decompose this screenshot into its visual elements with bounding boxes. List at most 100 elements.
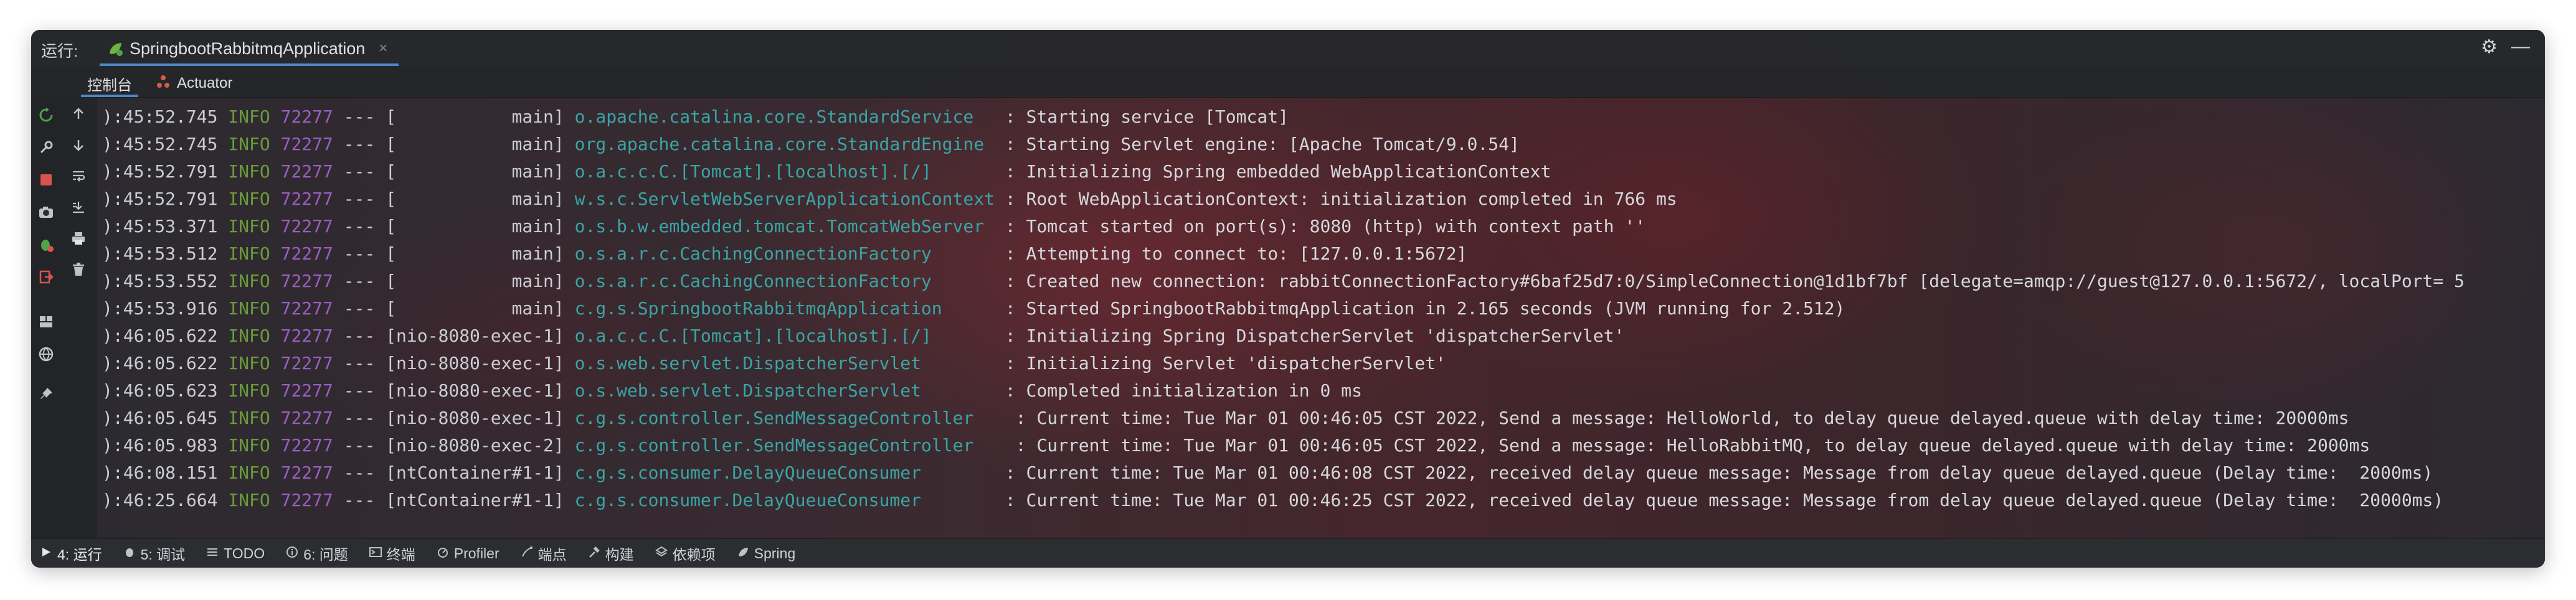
tool-window-bar: 4: 运行 5: 调试 TODO 6: 问题 终端 Profiler 端点 构建… [31,538,2545,568]
arrow-up-icon[interactable] [61,101,96,127]
log-logger: o.s.b.w.embedded.tomcat.TomcatWebServer [574,216,995,237]
log-level: INFO [228,435,270,456]
rerun-icon[interactable] [31,102,61,128]
gear-icon[interactable]: ⚙ [2481,36,2498,58]
log-sep: --- [343,189,376,209]
log-thread: [ main] [386,134,564,154]
log-thread: [ main] [386,106,564,127]
log-msg: : Started SpringbootRabbitmqApplication … [1005,298,1845,319]
log-sep: --- [343,408,376,428]
exit-icon[interactable] [31,264,61,290]
actuator-icon [156,74,171,93]
spring-leaf-icon [737,545,749,562]
log-msg: : Tomcat started on port(s): 8080 (http)… [1005,216,1646,237]
log-line: ):45:53.512 INFO 72277 --- [ main] o.s.a… [102,240,2545,268]
run-icon [40,545,52,562]
tool-build[interactable]: 构建 [588,543,634,564]
close-icon[interactable]: × [379,40,387,57]
tool-profiler[interactable]: Profiler [437,545,500,562]
log-msg: : Initializing Spring embedded WebApplic… [1005,161,1551,182]
log-thread: [ntContainer#1-1] [386,490,564,510]
tool-debug-label: 5: 调试 [140,546,186,563]
log-ts: ):46:05.622 [102,326,218,346]
arrow-down-icon[interactable] [61,132,96,158]
debug-restart-icon[interactable] [31,232,61,258]
log-sep: --- [343,161,376,182]
profiler-icon [437,545,449,562]
log-level: INFO [228,326,270,346]
tool-terminal[interactable]: 终端 [369,543,415,564]
log-ts: ):46:25.664 [102,490,218,510]
console-output[interactable]: ):45:52.745 INFO 72277 --- [ main] o.apa… [102,103,2545,539]
log-logger: c.g.s.SpringbootRabbitmqApplication [574,298,995,319]
log-sep: --- [343,435,376,456]
log-sep: --- [343,380,376,401]
log-pid: 72277 [280,435,333,456]
log-sep: --- [343,134,376,154]
log-logger: o.s.web.servlet.DispatcherServlet [574,380,995,401]
wrench-icon[interactable] [31,134,61,161]
log-sep: --- [343,106,376,127]
console-actions-toolbar [61,97,97,539]
tool-spring[interactable]: Spring [737,545,795,562]
stop-icon[interactable] [31,167,61,193]
pin-icon[interactable] [31,381,61,407]
log-pid: 72277 [280,462,333,483]
tool-dependencies[interactable]: 依赖项 [655,543,716,564]
log-msg: : Created new connection: rabbitConnecti… [1005,271,2465,291]
log-logger: c.g.s.controller.SendMessageController [574,408,1005,428]
tab-console[interactable]: 控制台 [81,72,138,97]
tab-actuator[interactable]: Actuator [156,72,232,95]
log-line: ):46:05.983 INFO 72277 --- [nio-8080-exe… [102,432,2545,459]
log-thread: [ main] [386,216,564,237]
tab-actuator-label: Actuator [177,75,233,91]
globe-icon[interactable] [31,341,61,367]
hammer-icon [588,545,600,562]
info-icon [286,545,298,562]
log-thread: [nio-8080-exec-2] [386,435,564,456]
log-line: ):45:52.745 INFO 72277 --- [ main] o.apa… [102,103,2545,131]
trash-icon[interactable] [61,256,96,283]
log-thread: [ main] [386,243,564,264]
log-pid: 72277 [280,490,333,510]
log-msg: : Root WebApplicationContext: initializa… [1005,189,1677,209]
camera-icon[interactable] [31,199,61,225]
log-msg: : Current time: Tue Mar 01 00:46:25 CST … [1005,490,2444,510]
log-line: ):45:52.791 INFO 72277 --- [ main] w.s.c… [102,185,2545,213]
log-sep: --- [343,326,376,346]
minimize-icon[interactable]: — [2511,36,2530,58]
run-actions-toolbar [31,97,62,539]
log-thread: [ main] [386,189,564,209]
log-logger: o.s.web.servlet.DispatcherServlet [574,353,995,373]
tool-debug[interactable]: 5: 调试 [123,543,186,564]
tool-endpoints[interactable]: 端点 [521,543,567,564]
log-level: INFO [228,298,270,319]
log-logger: w.s.c.ServletWebServerApplicationContext [574,189,995,209]
log-line: ):45:53.916 INFO 72277 --- [ main] c.g.s… [102,295,2545,322]
tool-problems[interactable]: 6: 问题 [286,543,348,564]
log-thread: [ntContainer#1-1] [386,462,564,483]
layout-icon[interactable] [31,309,61,335]
soft-wrap-icon[interactable] [61,163,96,189]
log-level: INFO [228,462,270,483]
log-logger: c.g.s.consumer.DelayQueueConsumer [574,490,995,510]
log-msg: : Initializing Spring DispatcherServlet … [1005,326,1625,346]
tool-run[interactable]: 4: 运行 [40,543,102,564]
tool-todo-label: TODO [224,545,265,561]
run-config-tab[interactable]: SpringbootRabbitmqApplication × [100,34,399,66]
log-pid: 72277 [280,353,333,373]
log-ts: ):45:53.371 [102,216,218,237]
tool-problems-label: 6: 问题 [303,546,348,563]
endpoints-icon [521,545,533,562]
log-msg: : Current time: Tue Mar 01 00:46:08 CST … [1005,462,2433,483]
log-pid: 72277 [280,189,333,209]
run-config-title: SpringbootRabbitmqApplication [130,39,366,58]
scroll-to-end-icon[interactable] [61,194,96,220]
log-pid: 72277 [280,243,333,264]
log-level: INFO [228,380,270,401]
tool-todo[interactable]: TODO [206,545,265,562]
log-thread: [nio-8080-exec-1] [386,408,564,428]
log-msg: : Starting service [Tomcat] [1005,106,1289,127]
log-line: ):46:05.623 INFO 72277 --- [nio-8080-exe… [102,377,2545,405]
print-icon[interactable] [61,225,96,251]
